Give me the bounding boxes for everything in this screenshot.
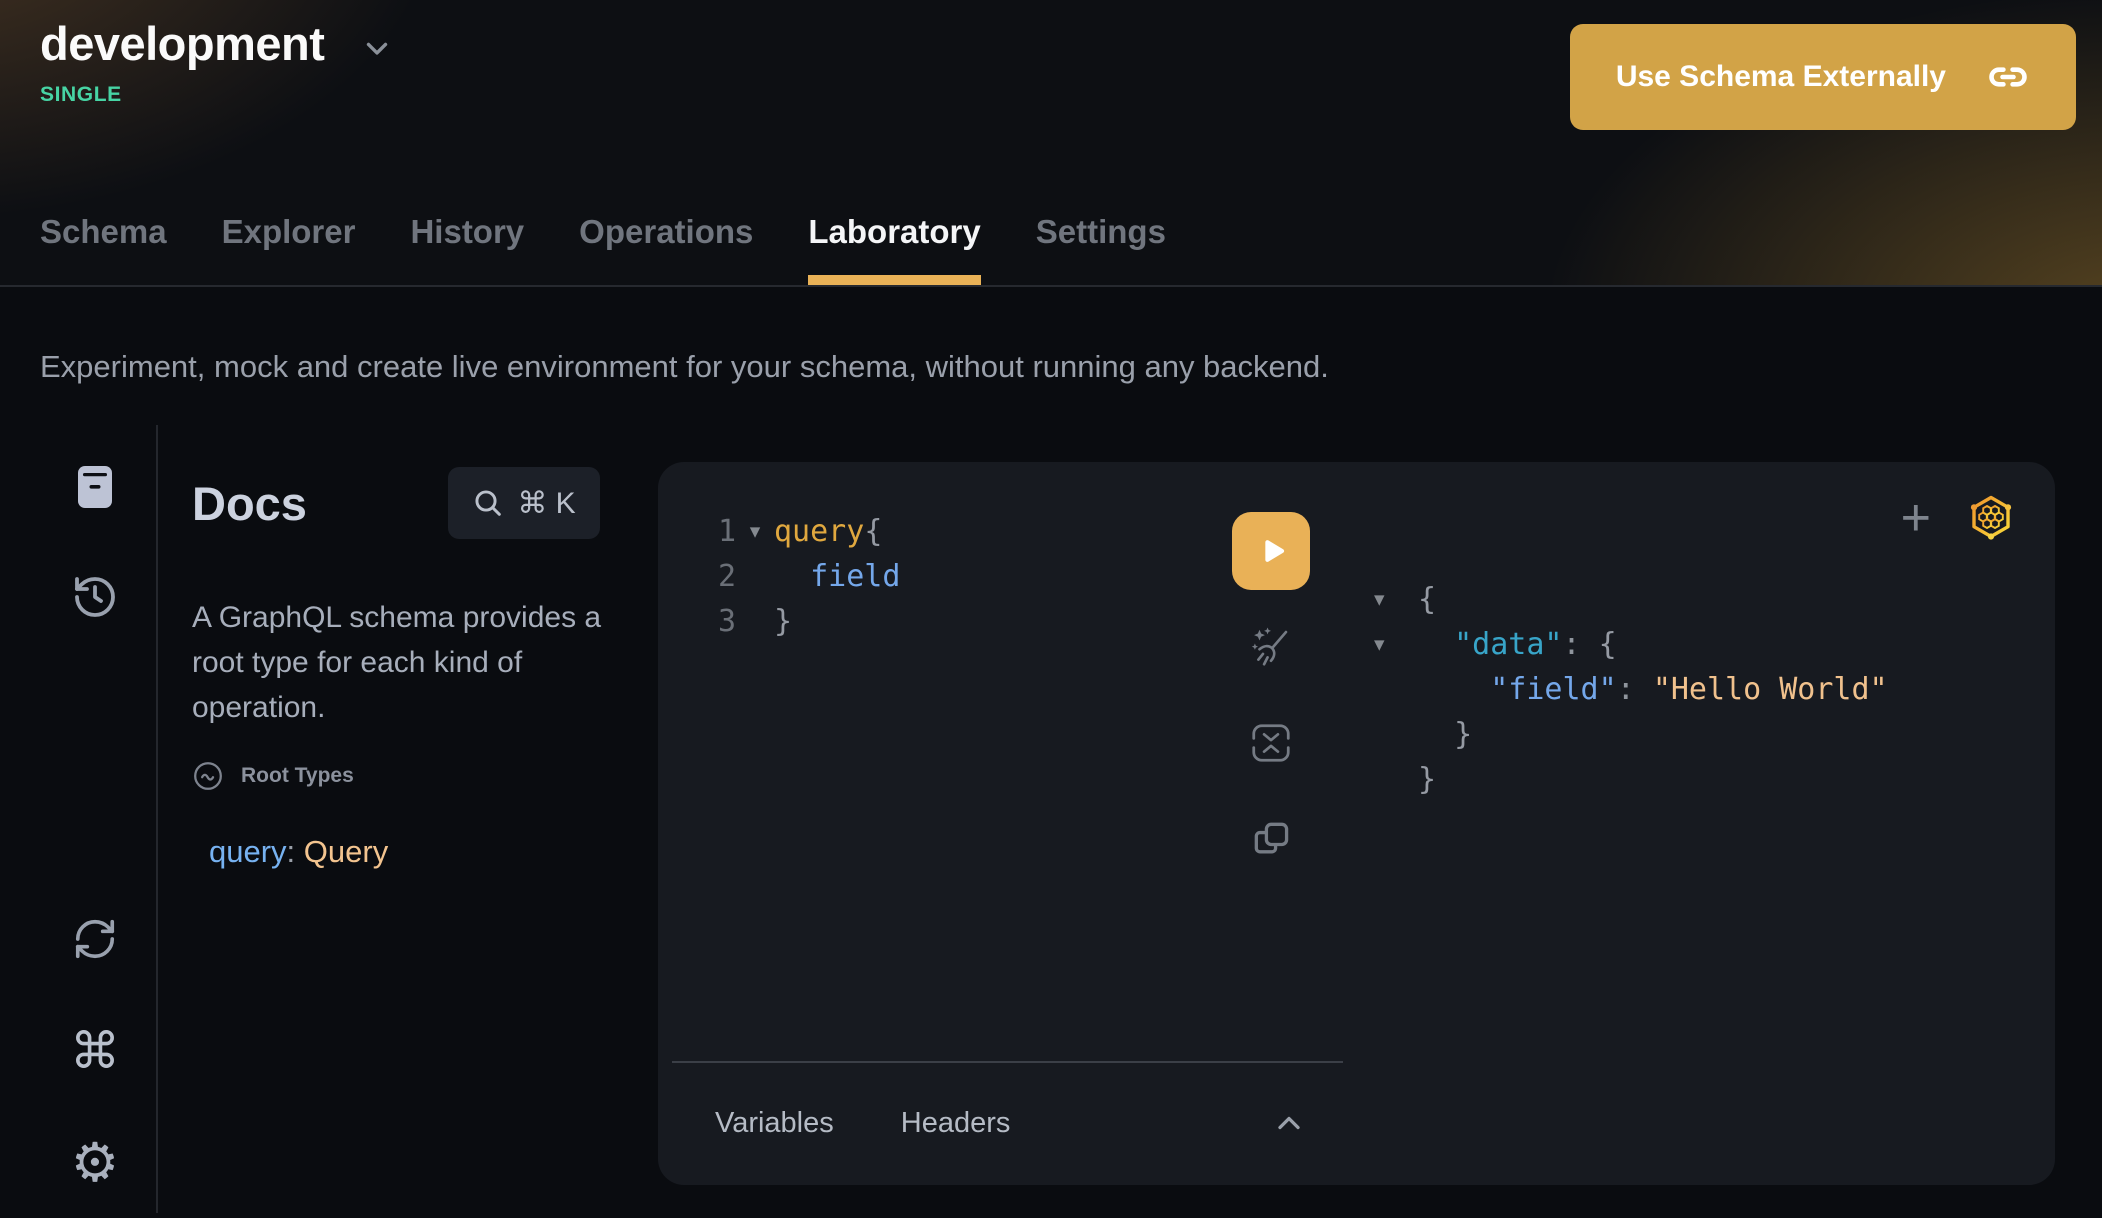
header-top-row: development SINGLE Use Schema Externally: [0, 0, 2102, 130]
use-schema-externally-label: Use Schema Externally: [1616, 60, 1946, 94]
graphiql-editor-card: 1 ▾ query{ 2 field 3 }: [658, 462, 2055, 1185]
line-number: 2: [694, 554, 736, 599]
line-number: 1: [694, 509, 736, 554]
editor-footer: Variables Headers: [658, 1061, 1345, 1185]
refresh-icon[interactable]: [71, 915, 119, 963]
prettify-icon[interactable]: [1248, 624, 1294, 670]
copy-icon[interactable]: [1248, 816, 1294, 862]
fold-gutter: [736, 599, 774, 644]
page-subtitle: Experiment, mock and create live environ…: [40, 349, 2062, 385]
search-icon: [472, 487, 504, 519]
docs-search-button[interactable]: ⌘ K: [448, 467, 600, 539]
project-title: development: [40, 16, 324, 71]
query-line: 2 field: [694, 554, 900, 599]
execute-query-button[interactable]: [1232, 512, 1310, 590]
root-type-separator: :: [287, 834, 304, 869]
root-type-value[interactable]: Query: [304, 834, 388, 869]
root-type-query-link[interactable]: query: Query: [192, 834, 658, 870]
search-shortcut-label: ⌘ K: [517, 486, 575, 521]
project-title-block: development SINGLE: [40, 16, 394, 107]
root-types-label: Root Types: [241, 764, 354, 788]
query-editor[interactable]: 1 ▾ query{ 2 field 3 }: [694, 509, 900, 644]
chevron-down-icon[interactable]: [360, 31, 394, 65]
response-line: "field": "Hello World": [1374, 667, 1888, 712]
main-tab-bar: Schema Explorer History Operations Labor…: [40, 213, 1166, 285]
fold-gutter: [736, 554, 774, 599]
tab-operations[interactable]: Operations: [579, 213, 753, 285]
tab-headers[interactable]: Headers: [901, 1107, 1011, 1140]
fold-caret-icon[interactable]: ▾: [736, 509, 774, 554]
gear-icon[interactable]: ⚙: [71, 1139, 119, 1187]
tab-schema[interactable]: Schema: [40, 213, 167, 285]
query-line: 3 }: [694, 599, 900, 644]
fold-gutter: [1374, 667, 1418, 712]
tab-settings[interactable]: Settings: [1036, 213, 1166, 285]
play-icon: [1254, 534, 1288, 568]
laboratory-page: development SINGLE Use Schema Externally…: [0, 0, 2102, 1218]
wave-circle-icon: [192, 760, 224, 792]
fold-gutter: [1374, 712, 1418, 757]
response-line: }: [1374, 757, 1888, 802]
history-icon[interactable]: [71, 573, 119, 621]
editor-toolbar: [1230, 512, 1312, 862]
tab-explorer[interactable]: Explorer: [222, 213, 356, 285]
query-line: 1 ▾ query{: [694, 509, 900, 554]
response-line: }: [1374, 712, 1888, 757]
use-schema-externally-button[interactable]: Use Schema Externally: [1570, 24, 2076, 130]
editor-card-actions: +: [1901, 492, 2015, 544]
docs-icon[interactable]: [71, 463, 119, 511]
fold-caret-icon[interactable]: ▾: [1374, 622, 1418, 667]
docs-panel: Docs ⌘ K A GraphQL schema provides a roo…: [158, 425, 658, 1213]
keyboard-shortcuts-icon[interactable]: ⌘: [71, 1027, 119, 1075]
merge-fragments-icon[interactable]: [1248, 720, 1294, 766]
status-badge: SINGLE: [40, 83, 394, 107]
fold-gutter: [1374, 757, 1418, 802]
chevron-up-icon[interactable]: [1271, 1105, 1307, 1141]
main-area: ⌘ ⚙ Docs ⌘ K A GraphQL schema provides a…: [0, 425, 2102, 1213]
add-tab-icon[interactable]: +: [1901, 492, 1931, 544]
response-line: ▾ "data": {: [1374, 622, 1888, 667]
page-header: development SINGLE Use Schema Externally…: [0, 0, 2102, 287]
docs-intro-text: A GraphQL schema provides a root type fo…: [192, 595, 622, 730]
tool-sidebar: ⌘ ⚙: [0, 425, 158, 1213]
tab-variables[interactable]: Variables: [715, 1107, 834, 1140]
line-number: 3: [694, 599, 736, 644]
response-viewer: ▾ { ▾ "data": { "field": "Hello World" }: [1374, 577, 1888, 802]
tab-history[interactable]: History: [410, 213, 524, 285]
root-type-name[interactable]: query: [209, 834, 287, 869]
link-icon: [1986, 55, 2030, 99]
graphql-hive-logo-icon[interactable]: [1967, 494, 2015, 542]
response-line: ▾ {: [1374, 577, 1888, 622]
docs-panel-title: Docs: [192, 476, 307, 531]
tab-laboratory[interactable]: Laboratory: [808, 213, 980, 285]
fold-caret-icon[interactable]: ▾: [1374, 577, 1418, 622]
